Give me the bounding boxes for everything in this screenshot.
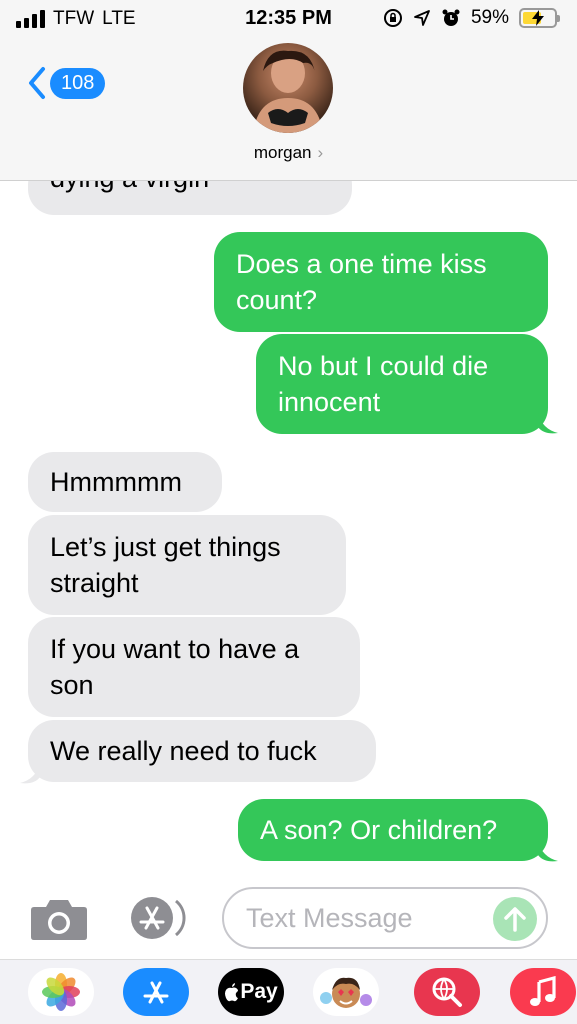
status-right: 59%	[383, 7, 560, 29]
chevron-left-icon	[29, 67, 45, 99]
photos-app-button[interactable]	[28, 968, 94, 1016]
app-store-icon	[143, 981, 169, 1004]
message-text: We really need to fuck	[50, 736, 317, 766]
message-text: Let’s just get things straight	[50, 532, 281, 598]
alarm-icon	[442, 9, 460, 26]
message-bubble-outgoing[interactable]: Does a one time kiss count?	[214, 232, 548, 332]
bubble-tail	[538, 841, 558, 862]
status-bar: TFW LTE 12:35 PM 59%	[0, 0, 577, 36]
avatar-photo	[253, 50, 323, 133]
contact-name-button[interactable]: morgan ›	[0, 143, 577, 163]
app-store-button-icon[interactable]	[126, 895, 188, 941]
unread-count-badge: 108	[50, 67, 106, 99]
app-store-app-button[interactable]	[123, 968, 189, 1016]
composer-bar	[0, 871, 577, 959]
memoji-app-button[interactable]	[313, 968, 379, 1016]
bubble-tail	[538, 413, 558, 434]
message-bubble-incoming[interactable]: dying a virgin	[28, 181, 352, 215]
memoji-stickers-icon	[320, 977, 372, 1008]
chevron-right-icon: ›	[317, 143, 324, 162]
back-button[interactable]: 108	[28, 66, 106, 100]
arrow-up-icon	[504, 907, 526, 932]
message-text-field[interactable]	[222, 887, 548, 949]
message-text: If you want to have a son	[50, 634, 300, 700]
camera-icon[interactable]	[30, 897, 88, 941]
message-bubble-incoming[interactable]: Hmmmmm	[28, 452, 222, 512]
photos-app-icon	[42, 973, 80, 1011]
bubble-tail	[20, 763, 40, 784]
orientation-lock-icon	[383, 9, 402, 27]
message-text: Hmmmmm	[50, 467, 182, 497]
web-search-app-button[interactable]	[414, 968, 480, 1016]
battery-charging-icon	[519, 8, 560, 28]
message-text: A son? Or children?	[260, 815, 498, 845]
message-text: No but I could die innocent	[278, 351, 489, 417]
apple-logo-icon	[225, 983, 239, 1002]
message-bubble-incoming[interactable]: If you want to have a son	[28, 617, 360, 717]
contact-name: morgan	[253, 143, 312, 162]
message-text: Does a one time kiss count?	[236, 249, 487, 315]
charging-bolt-icon	[532, 10, 544, 26]
message-input[interactable]	[224, 889, 464, 947]
message-text: dying a virgin	[50, 181, 209, 193]
message-bubble-incoming[interactable]: We really need to fuck	[28, 720, 376, 782]
message-bubble-incoming[interactable]: Let’s just get things straight	[28, 515, 346, 615]
location-icon	[414, 10, 430, 26]
message-bubble-outgoing[interactable]: No but I could die innocent	[256, 334, 548, 434]
message-list[interactable]: dying a virgin Does a one time kiss coun…	[0, 181, 577, 871]
music-app-button[interactable]	[510, 968, 576, 1016]
music-icon	[530, 976, 556, 1006]
contact-avatar[interactable]	[243, 43, 333, 133]
message-bubble-outgoing[interactable]: A son? Or children?	[238, 799, 548, 861]
battery-percent: 59%	[470, 7, 509, 28]
conversation-header: 108 morgan ›	[0, 36, 577, 181]
apple-pay-app-button[interactable]: Pay	[218, 968, 284, 1016]
apple-pay-label: Pay	[240, 980, 278, 1003]
send-button[interactable]	[493, 897, 537, 941]
imessage-app-drawer: Pay	[0, 959, 577, 1024]
web-search-icon	[432, 977, 462, 1007]
